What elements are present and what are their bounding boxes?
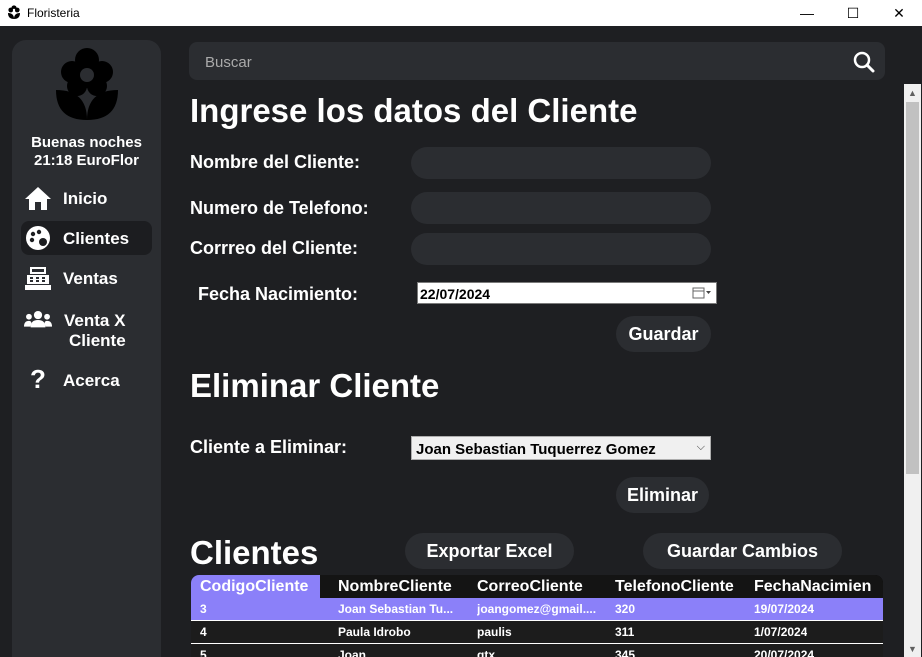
- table-row[interactable]: 3 Joan Sebastian Tu... joangomez@gmail..…: [191, 598, 883, 621]
- column-header-nombre[interactable]: NombreCliente: [338, 578, 452, 596]
- client-delete-select[interactable]: Joan Sebastian Tuquerrez Gomez ⌵: [411, 436, 711, 460]
- vertical-scrollbar[interactable]: ▲ ▼: [904, 84, 921, 657]
- table-cell[interactable]: paulis: [477, 625, 603, 639]
- save-button[interactable]: Guardar: [616, 316, 711, 352]
- search-icon[interactable]: [853, 51, 875, 73]
- email-label: Corrreo del Cliente:: [190, 238, 359, 258]
- search-input[interactable]: [203, 50, 827, 74]
- sidebar-item-inicio[interactable]: Inicio: [21, 181, 152, 215]
- close-button[interactable]: ✕: [876, 0, 922, 26]
- sidebar-item-label: Clientes: [63, 229, 130, 248]
- table-cell[interactable]: qtx: [477, 648, 603, 657]
- table-cell[interactable]: Joan Sebastian Tu...: [338, 602, 464, 616]
- table-cell[interactable]: Joan: [338, 648, 464, 657]
- scrollbar-thumb[interactable]: [906, 102, 919, 474]
- table-cell[interactable]: 320: [615, 602, 635, 616]
- table-cell[interactable]: 311: [615, 625, 634, 639]
- table-cell[interactable]: 1/07/2024: [754, 625, 807, 639]
- name-input[interactable]: [411, 147, 711, 179]
- cash-register-icon: [25, 267, 51, 290]
- sidebar-item-label: Ventas: [63, 269, 118, 288]
- phone-label: Numero de Telefono:: [190, 198, 369, 218]
- table-header: CodigoCliente NombreCliente CorreoClient…: [191, 575, 883, 599]
- export-excel-button[interactable]: Exportar Excel: [405, 533, 574, 569]
- greeting: Buenas noches: [31, 134, 142, 151]
- clients-table: CodigoCliente NombreCliente CorreoClient…: [191, 575, 883, 657]
- sidebar: Buenas noches 21:18 EuroFlor Inicio Clie…: [12, 40, 161, 657]
- sidebar-item-acerca[interactable]: ? Acerca: [21, 363, 152, 397]
- column-header-correo[interactable]: CorreoCliente: [477, 578, 583, 596]
- minimize-button[interactable]: —: [784, 0, 830, 26]
- table-cell[interactable]: 20/07/2024: [754, 648, 814, 657]
- sidebar-item-label: Venta X: [64, 311, 126, 330]
- flower-app-icon: [8, 5, 20, 19]
- column-header-telefono[interactable]: TelefonoCliente: [615, 578, 734, 596]
- save-changes-button[interactable]: Guardar Cambios: [643, 533, 842, 569]
- name-field[interactable]: [411, 147, 711, 179]
- window-title-bar: Floristeria — ☐ ✕: [0, 0, 922, 26]
- table-cell[interactable]: 19/07/2024: [754, 602, 814, 616]
- flower-logo-icon: [56, 48, 118, 120]
- client-delete-selected: Joan Sebastian Tuquerrez Gomez: [416, 441, 656, 458]
- sidebar-item-label: Inicio: [63, 189, 108, 208]
- table-cell[interactable]: 4: [200, 625, 207, 639]
- calendar-dropdown-icon[interactable]: [692, 287, 712, 299]
- chevron-down-icon[interactable]: ⌵: [697, 441, 705, 454]
- table-cell[interactable]: 5: [200, 648, 207, 657]
- name-label: Nombre del Cliente:: [190, 152, 361, 172]
- scroll-up-arrow-icon[interactable]: ▲: [904, 84, 921, 101]
- maximize-button[interactable]: ☐: [830, 0, 876, 26]
- email-input[interactable]: [411, 233, 711, 265]
- sidebar-item-clientes[interactable]: Clientes: [21, 221, 152, 255]
- sidebar-item-ventas[interactable]: Ventas: [21, 261, 152, 295]
- sidebar-item-venta-x-cliente[interactable]: Venta X Cliente: [21, 304, 152, 352]
- sidebar-item-label-line2: Cliente: [69, 331, 126, 350]
- users-icon: [24, 310, 52, 328]
- column-header-codigo[interactable]: CodigoCliente: [191, 575, 320, 599]
- scroll-down-arrow-icon[interactable]: ▼: [904, 640, 921, 657]
- table-row[interactable]: 4 Paula Idrobo paulis 311 1/07/2024: [191, 621, 883, 644]
- phone-input[interactable]: [411, 192, 711, 224]
- birth-date-picker[interactable]: 22/07/2024: [417, 282, 717, 304]
- birth-date-label: Fecha Nacimiento:: [198, 284, 359, 304]
- table-cell[interactable]: joangomez@gmail....: [477, 602, 603, 616]
- delete-button[interactable]: Eliminar: [616, 477, 709, 513]
- home-icon: [25, 187, 51, 210]
- search-bar: [189, 42, 885, 80]
- table-cell[interactable]: 3: [200, 602, 207, 616]
- delete-label: Cliente a Eliminar:: [190, 437, 348, 457]
- table-cell[interactable]: 345: [615, 648, 635, 657]
- delete-heading: Eliminar Cliente: [190, 367, 440, 404]
- question-icon: ?: [30, 364, 46, 394]
- palette-icon: [26, 226, 50, 250]
- window-title: Floristeria: [27, 6, 80, 20]
- phone-field[interactable]: [411, 192, 711, 224]
- email-field[interactable]: [411, 233, 711, 265]
- clock-text: 21:18 EuroFlor: [33, 152, 140, 169]
- form-heading: Ingrese los datos del Cliente: [190, 92, 638, 129]
- clients-heading: Clientes: [190, 534, 319, 571]
- table-row[interactable]: 5 Joan qtx 345 20/07/2024: [191, 644, 883, 657]
- birth-date-value: 22/07/2024: [420, 286, 491, 302]
- sidebar-item-label: Acerca: [63, 371, 120, 390]
- table-cell[interactable]: Paula Idrobo: [338, 625, 464, 639]
- column-header-fecha[interactable]: FechaNacimien: [754, 578, 871, 596]
